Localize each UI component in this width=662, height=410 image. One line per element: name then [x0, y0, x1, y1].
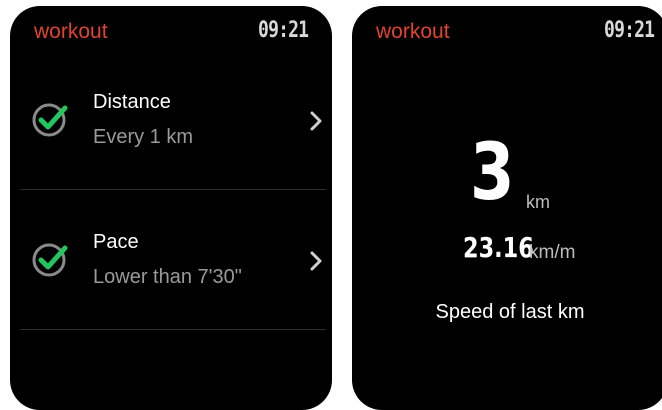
speed-unit: km/m [529, 242, 576, 263]
app-title: workout [34, 20, 108, 43]
clock-time: 09:21 [257, 18, 309, 43]
list-item-distance[interactable]: Distance Every 1 km [10, 76, 332, 196]
list-item-title: Distance [93, 91, 171, 113]
watch-screen-settings: workout 09:21 Distance Every 1 km Pace L… [10, 6, 332, 410]
clock-time: 09:21 [603, 18, 655, 43]
list-item-subtitle: Every 1 km [93, 126, 194, 148]
speed-value: 23.16 [463, 231, 534, 264]
check-circle-icon [32, 243, 68, 277]
check-circle-icon [32, 103, 68, 137]
chevron-right-icon [310, 111, 322, 131]
chevron-right-icon [310, 251, 322, 271]
distance-value: 3 [470, 128, 515, 218]
list-item-title: Pace [93, 231, 139, 253]
divider [20, 189, 326, 190]
app-stage: workout 09:21 Distance Every 1 km Pace L… [0, 0, 662, 410]
divider [20, 329, 326, 330]
list-item-pace[interactable]: Pace Lower than 7'30" [10, 216, 332, 336]
distance-unit: km [526, 192, 550, 212]
app-title: workout [376, 20, 450, 43]
list-item-subtitle: Lower than 7'30" [93, 266, 242, 288]
watch-screen-alert: workout 09:21 3 km 23.16 km/m Speed of l… [352, 6, 662, 410]
speed-caption: Speed of last km [435, 301, 585, 323]
